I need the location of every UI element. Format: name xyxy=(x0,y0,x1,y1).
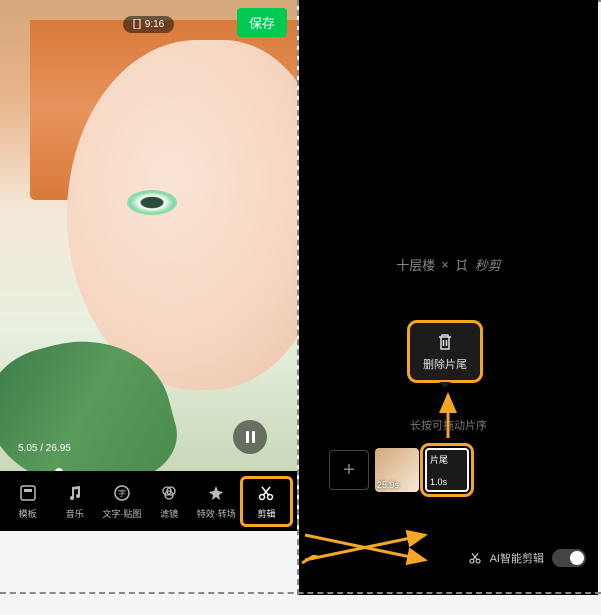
timeline: + 25.9s 片尾 1.0s xyxy=(299,440,598,500)
save-button[interactable]: 保存 xyxy=(237,8,287,37)
svg-text:字: 字 xyxy=(118,488,126,498)
scissors-icon xyxy=(257,483,275,503)
filter-icon xyxy=(160,483,178,503)
toolbar-label: 滤镜 xyxy=(160,507,178,520)
phone-icon xyxy=(133,19,141,29)
toolbar-filter[interactable]: 滤镜 xyxy=(146,479,193,524)
left-panel: 9:16 保存 5.05 / 26.95 xyxy=(0,0,299,595)
trash-icon xyxy=(437,333,453,351)
outro-clip[interactable]: 片尾 1.0s xyxy=(425,448,469,492)
app-logo-icon xyxy=(455,258,469,272)
music-icon xyxy=(66,483,84,503)
bottom-dashed-border xyxy=(0,592,601,595)
toolbar-label: 剪辑 xyxy=(257,507,275,520)
popup-arrow xyxy=(439,382,451,388)
right-panel: 十层楼 × 秒剪 删除片尾 长按可拖动片序 + 25.9s 片尾 1.0s xyxy=(299,0,598,595)
toolbar-edit[interactable]: 剪辑 xyxy=(240,476,293,527)
toolbar-label: 文字·贴图 xyxy=(102,507,141,520)
watermark-sep: × xyxy=(441,257,449,272)
outro-watermark: 十层楼 × 秒剪 xyxy=(396,255,501,274)
delete-outro-popup[interactable]: 删除片尾 xyxy=(407,320,483,383)
toolbar-template[interactable]: 模板 xyxy=(4,479,51,524)
play-pause-button[interactable] xyxy=(233,420,267,454)
clip-duration: 25.9s xyxy=(375,478,401,492)
toolbar-label: 模板 xyxy=(19,507,37,520)
delete-label: 删除片尾 xyxy=(423,356,467,372)
watermark-text: 十层楼 xyxy=(396,255,435,274)
toolbar-label: 特效·转场 xyxy=(197,507,236,520)
outro-label: 片尾 xyxy=(430,453,464,466)
video-preview[interactable]: 9:16 保存 5.05 / 26.95 xyxy=(0,0,297,471)
preview-content xyxy=(127,190,177,215)
clip-thumbnail[interactable]: 25.9s xyxy=(375,448,419,492)
toggle-knob xyxy=(570,551,584,565)
toolbar-music[interactable]: 音乐 xyxy=(51,479,98,524)
add-clip-button[interactable]: + xyxy=(329,450,369,490)
effect-icon xyxy=(207,483,225,503)
ai-edit-label: AI智能剪辑 xyxy=(490,550,544,566)
bottom-toolbar: 模板 音乐 字 文字·贴图 滤镜 xyxy=(0,471,297,531)
pause-icon xyxy=(246,431,255,443)
watermark-app: 秒剪 xyxy=(475,255,501,274)
outro-duration: 1.0s xyxy=(430,477,464,487)
ai-edit-bar: AI智能剪辑 xyxy=(468,549,586,567)
template-icon xyxy=(19,483,37,503)
scissors-icon xyxy=(468,551,482,565)
duration-badge: 9:16 xyxy=(123,16,174,33)
drag-hint: 长按可拖动片序 xyxy=(410,417,487,433)
ai-edit-toggle[interactable] xyxy=(552,549,586,567)
text-icon: 字 xyxy=(113,483,131,503)
toolbar-effect[interactable]: 特效·转场 xyxy=(193,479,240,524)
toolbar-text[interactable]: 字 文字·贴图 xyxy=(98,479,145,524)
toolbar-label: 音乐 xyxy=(66,507,84,520)
time-display: 5.05 / 26.95 xyxy=(18,443,71,454)
duration-text: 9:16 xyxy=(145,19,164,30)
